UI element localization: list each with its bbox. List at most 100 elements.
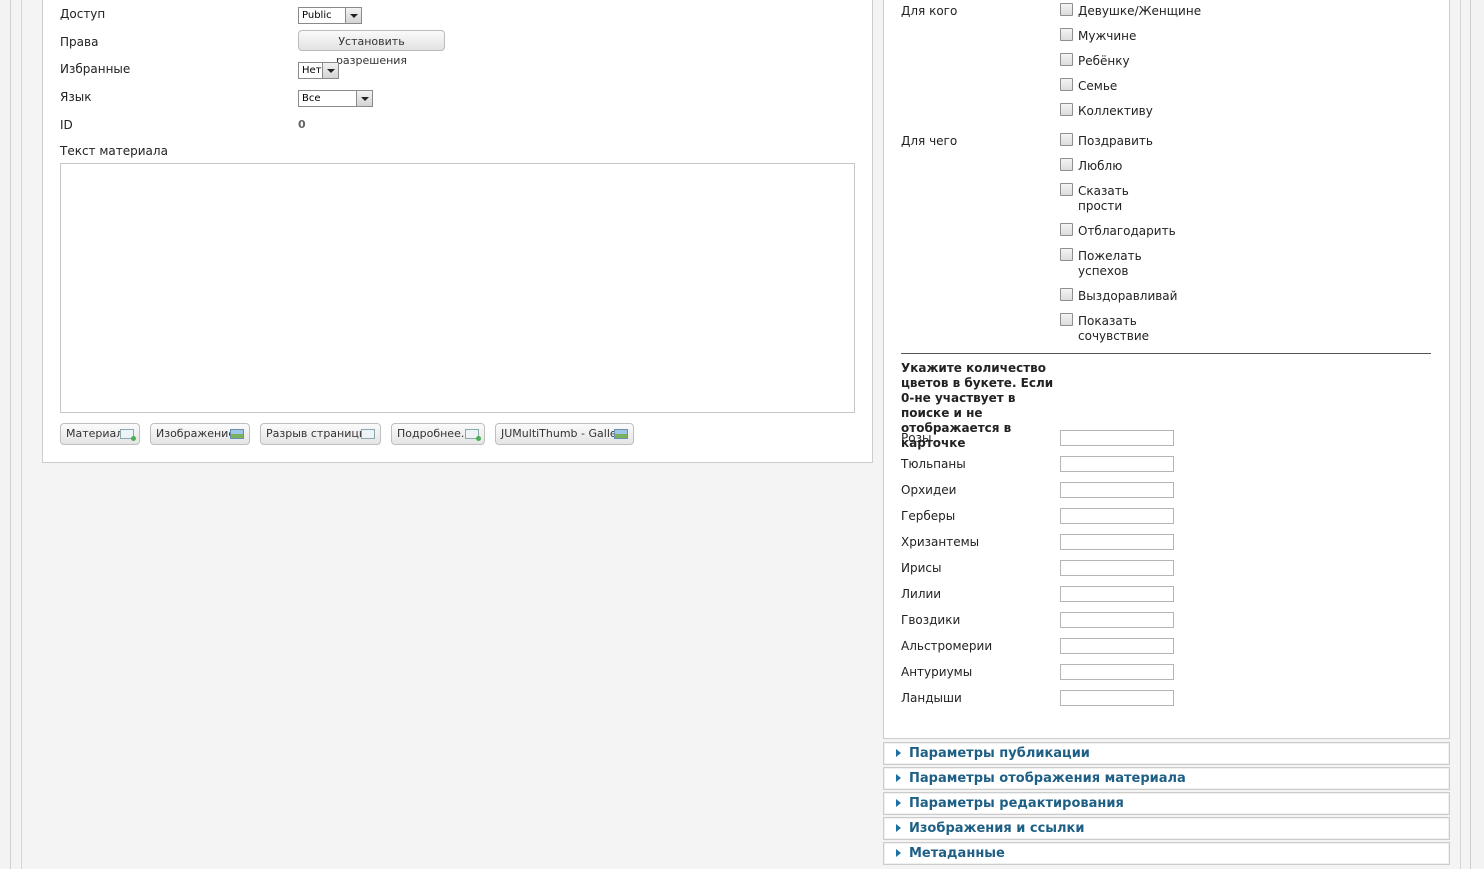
- checkbox-label: Показать сочувствие: [1078, 314, 1150, 343]
- quantity-input[interactable]: [1060, 664, 1174, 680]
- readmore-icon: [465, 429, 481, 441]
- frame-line-right: [1470, 0, 1471, 869]
- page-break-button[interactable]: Разрыв страницы: [260, 423, 381, 445]
- checkbox-for-what-4[interactable]: [1060, 248, 1073, 261]
- checkbox-label: Пожелать успехов: [1078, 249, 1142, 278]
- flower-label: Хризантемы: [901, 535, 980, 549]
- expand-arrow-icon: [896, 849, 901, 857]
- checkbox-for-whom-2[interactable]: [1060, 53, 1073, 66]
- article-icon: [120, 429, 136, 441]
- gallery-icon: [614, 429, 628, 439]
- access-select-value: Public: [302, 10, 332, 21]
- quantity-input[interactable]: [1060, 508, 1174, 524]
- checkbox-label: Ребёнку: [1078, 54, 1130, 68]
- quantity-input[interactable]: [1060, 560, 1174, 576]
- language-select-value: Все: [302, 93, 321, 104]
- checkbox-for-whom-1[interactable]: [1060, 28, 1073, 41]
- accordion-display-options[interactable]: Параметры отображения материала: [883, 767, 1450, 790]
- accordion-title: Метаданные: [909, 846, 1005, 861]
- frame-line-left: [10, 0, 11, 869]
- rights-label: Права: [60, 35, 99, 49]
- accordion-title: Параметры публикации: [909, 746, 1090, 761]
- insert-image-label: Изображение: [156, 427, 236, 440]
- checkbox-label: Девушке/Женщине: [1078, 4, 1202, 18]
- flower-label: Ландыши: [901, 691, 962, 705]
- checkbox-label: Коллективу: [1078, 104, 1153, 118]
- flower-label: Лилии: [901, 587, 942, 601]
- accordion-images-links[interactable]: Изображения и ссылки: [883, 817, 1450, 840]
- expand-arrow-icon: [896, 824, 901, 832]
- checkbox-for-whom-3[interactable]: [1060, 78, 1073, 91]
- flower-label: Орхидеи: [901, 483, 957, 497]
- quantity-input[interactable]: [1060, 690, 1174, 706]
- checkbox-label: Отблагодарить: [1078, 224, 1176, 238]
- quantity-input[interactable]: [1060, 612, 1174, 628]
- id-label: ID: [60, 118, 73, 132]
- flower-label: Гвоздики: [901, 613, 961, 627]
- insert-image-button[interactable]: Изображение: [150, 423, 250, 445]
- expand-arrow-icon: [896, 799, 901, 807]
- accordion-title: Параметры редактирования: [909, 796, 1124, 811]
- quantity-input[interactable]: [1060, 638, 1174, 654]
- quantity-input[interactable]: [1060, 456, 1174, 472]
- flower-label: Тюльпаны: [901, 457, 966, 471]
- gallery-button[interactable]: JUMultiThumb - Gallery: [495, 423, 634, 445]
- access-label: Доступ: [60, 7, 106, 21]
- chevron-down-icon: [356, 91, 372, 106]
- frame-line-left-inner: [21, 0, 22, 869]
- flower-label: Альстромерии: [901, 639, 993, 653]
- frame-line-right-inner: [1460, 0, 1461, 869]
- featured-label: Избранные: [60, 62, 131, 76]
- flower-label: Ирисы: [901, 561, 942, 575]
- quantity-input[interactable]: [1060, 482, 1174, 498]
- flower-label: Антуриумы: [901, 665, 973, 679]
- page-break-label: Разрыв страницы: [266, 427, 368, 440]
- insert-article-button[interactable]: Материал: [60, 423, 140, 445]
- access-select[interactable]: Public: [298, 7, 362, 24]
- accordion-metadata[interactable]: Метаданные: [883, 842, 1450, 865]
- for-whom-label: Для кого: [901, 4, 958, 18]
- quantity-input[interactable]: [1060, 430, 1174, 446]
- accordion-publishing-options[interactable]: Параметры публикации: [883, 742, 1450, 765]
- section-divider: [901, 353, 1431, 354]
- expand-arrow-icon: [896, 774, 901, 782]
- expand-arrow-icon: [896, 749, 901, 757]
- checkbox-label: Выздоравливай: [1078, 289, 1178, 303]
- checkbox-for-what-3[interactable]: [1060, 223, 1073, 236]
- chevron-down-icon: [345, 8, 361, 23]
- id-value: 0: [298, 118, 306, 131]
- flower-label: Герберы: [901, 509, 956, 523]
- accordion-title: Параметры отображения материала: [909, 771, 1186, 786]
- flower-label: Розы: [901, 431, 932, 445]
- checkbox-label: Мужчине: [1078, 29, 1137, 43]
- quantity-input[interactable]: [1060, 534, 1174, 550]
- checkbox-for-what-2[interactable]: [1060, 183, 1073, 196]
- pagebreak-icon: [361, 429, 375, 439]
- language-label: Язык: [60, 90, 92, 104]
- checkbox-label: Люблю: [1078, 159, 1123, 173]
- chevron-down-icon: [322, 63, 338, 78]
- quantity-input[interactable]: [1060, 586, 1174, 602]
- article-text-editor[interactable]: [60, 163, 855, 413]
- checkbox-for-what-5[interactable]: [1060, 288, 1073, 301]
- insert-article-label: Материал: [66, 427, 124, 440]
- accordion-title: Изображения и ссылки: [909, 821, 1085, 836]
- read-more-label: Подробнее...: [397, 427, 472, 440]
- for-what-label: Для чего: [901, 134, 958, 148]
- checkbox-label: Сказать прости: [1078, 184, 1129, 213]
- checkbox-for-what-0[interactable]: [1060, 133, 1073, 146]
- article-text-label: Текст материала: [60, 144, 168, 158]
- image-icon: [230, 429, 244, 439]
- language-select[interactable]: Все: [298, 90, 373, 107]
- read-more-button[interactable]: Подробнее...: [391, 423, 485, 445]
- checkbox-label: Поздравить: [1078, 134, 1153, 148]
- accordion-editing-options[interactable]: Параметры редактирования: [883, 792, 1450, 815]
- checkbox-for-whom-0[interactable]: [1060, 3, 1073, 16]
- checkbox-for-what-6[interactable]: [1060, 313, 1073, 326]
- checkbox-label: Семье: [1078, 79, 1118, 93]
- featured-select[interactable]: Нет: [298, 62, 339, 79]
- featured-select-value: Нет: [302, 65, 322, 76]
- checkbox-for-what-1[interactable]: [1060, 158, 1073, 171]
- set-permissions-button[interactable]: Установить разрешения: [298, 30, 445, 67]
- checkbox-for-whom-4[interactable]: [1060, 103, 1073, 116]
